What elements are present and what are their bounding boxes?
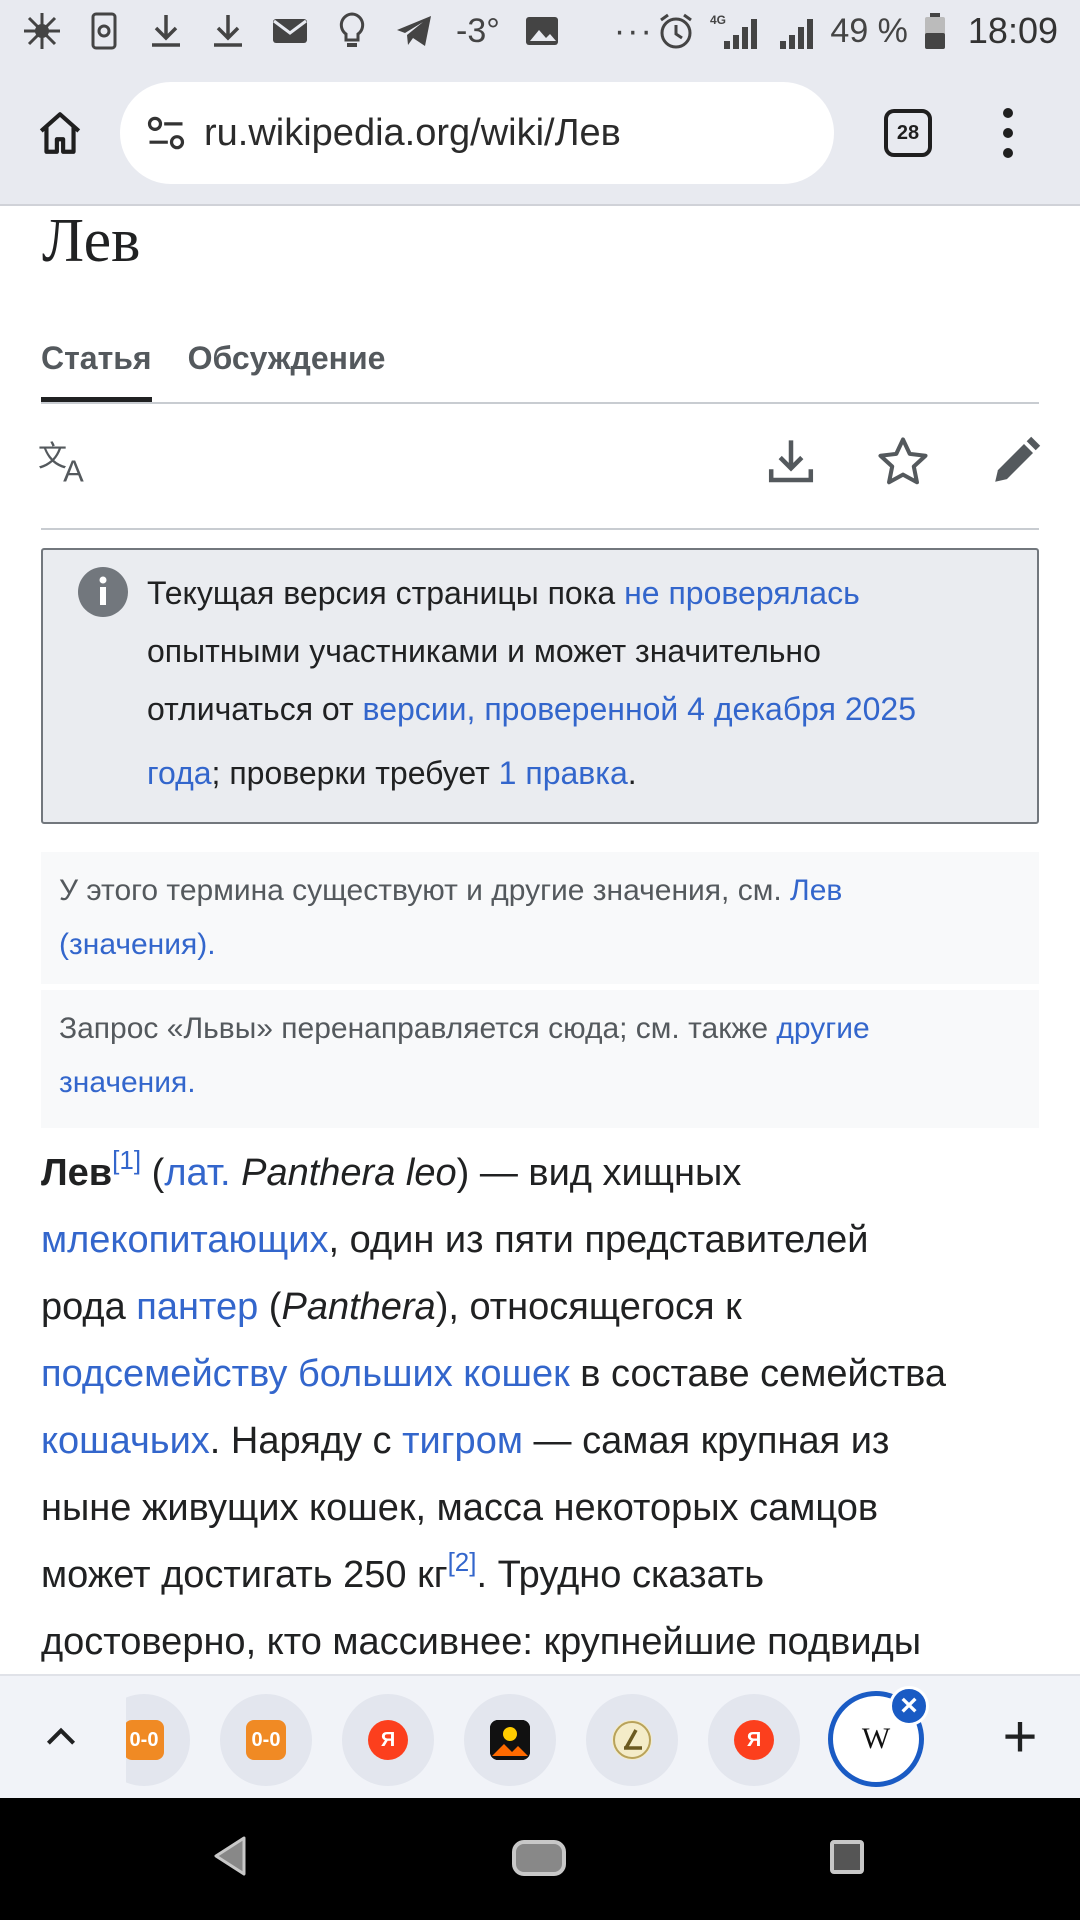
alarm-icon [656,11,696,51]
big-cats-link[interactable]: подсемейству больших кошек [41,1353,570,1395]
lingualeo-icon [612,1720,652,1760]
star-icon[interactable] [873,432,933,492]
system-nav-bar [0,1798,1080,1920]
status-bar: -3° ··· 4G 49 % 18:09 [0,0,1080,62]
info-icon [78,567,128,617]
more-notifications-icon: ··· [613,11,654,50]
back-icon[interactable] [210,1834,250,1878]
telegram-icon [394,11,434,51]
hatnote-redirect: Запрос «Львы» перенаправляется сюда; см.… [41,990,1039,1128]
notice-text: Текущая версия страницы пока не проверял… [147,575,916,791]
tab-item[interactable]: Я [342,1694,434,1786]
download-icon [208,11,248,51]
svg-text:A: A [63,453,84,488]
tab-strip: 0-0 0-0 Я Я W × + [0,1674,1080,1798]
url-text[interactable]: ru.wikipedia.org/wiki/Лев [204,112,621,155]
address-bar[interactable]: ru.wikipedia.org/wiki/Лев [120,82,834,184]
tab-item[interactable]: 0-0 [126,1694,190,1786]
download-icon[interactable] [761,432,821,492]
tab-article[interactable]: Статья [41,330,152,402]
panthers-link[interactable]: пантер [136,1286,258,1328]
tab-switcher-button[interactable]: 28 [884,109,932,157]
language-icon[interactable]: 文A [37,432,97,492]
sim-card-icon [84,11,124,51]
battery-percent: 49 % [830,11,908,50]
lightbulb-icon [332,11,372,51]
chevron-up-icon[interactable] [36,1706,86,1766]
other-meanings-link[interactable]: другие [776,1012,869,1045]
tiger-link[interactable]: тигром [402,1420,523,1462]
page-title: Лев [42,207,141,275]
battery-icon [922,11,948,51]
browser-toolbar: ru.wikipedia.org/wiki/Лев 28 [0,62,1080,206]
mail-icon [270,11,310,51]
signal-icon [776,11,816,51]
pending-edit-link[interactable]: 1 правка [499,755,628,791]
tab-item[interactable] [464,1694,556,1786]
home-button[interactable] [0,73,120,193]
mammals-link[interactable]: млекопитающих [41,1219,329,1261]
signal-4g-icon: 4G [710,11,762,51]
yandex-icon: Я [368,1720,408,1760]
counter-favicon-icon: 0-0 [246,1720,286,1760]
download-icon [146,11,186,51]
clock: 18:09 [967,10,1058,51]
active-tab-item[interactable]: W × [828,1686,929,1787]
not-reviewed-link[interactable]: не проверялась [624,575,860,611]
page-tabs: Статья Обсуждение [41,330,1039,404]
overflow-menu-icon[interactable] [978,93,1038,173]
edit-pencil-icon[interactable] [985,432,1045,492]
svg-text:4G: 4G [710,13,726,27]
new-tab-icon[interactable]: + [990,1703,1050,1770]
hatnote-disambiguation: У этого термина существуют и другие знач… [41,852,1039,984]
article-lead: Лев[1] (лат. Panthera leo) — вид хищных … [41,1145,947,1663]
recents-icon[interactable] [830,1840,864,1874]
reference-1[interactable]: [1] [112,1145,141,1175]
reviewed-version-link-cont[interactable]: года [147,755,212,791]
latin-link[interactable]: лат. [164,1152,230,1194]
home-pill-icon[interactable] [512,1840,566,1876]
other-meanings-link-cont[interactable]: значения [59,1066,187,1099]
reviewed-version-link[interactable]: версии, проверенной 4 декабря 2025 [363,691,916,727]
lion-disambiguation-link[interactable]: Лев [790,874,842,907]
page-content: Лев Статья Обсуждение 文A Текущая версия … [0,206,1080,1674]
wikipedia-icon: W [856,1719,896,1759]
site-settings-icon[interactable] [142,109,190,157]
felids-link[interactable]: кошачьих [41,1420,210,1462]
tab-item[interactable] [586,1694,678,1786]
close-tab-icon[interactable]: × [889,1686,929,1726]
reference-2[interactable]: [2] [448,1547,477,1577]
gallery-icon [490,1720,530,1760]
weather-temperature: -3° [456,11,500,50]
home-icon [39,112,81,154]
tab-item[interactable]: 0-0 [220,1694,312,1786]
counter-favicon-icon: 0-0 [126,1720,164,1760]
yandex-icon: Я [734,1720,774,1760]
review-notice: Текущая версия страницы пока не проверял… [41,548,1039,824]
image-icon [522,11,562,51]
tab-item[interactable]: Я [708,1694,800,1786]
page-actions: 文A [38,406,1041,530]
sun-burst-icon [22,11,62,51]
lion-disambiguation-link-cont[interactable]: (значения) [59,928,207,961]
tab-discussion[interactable]: Обсуждение [188,330,386,402]
